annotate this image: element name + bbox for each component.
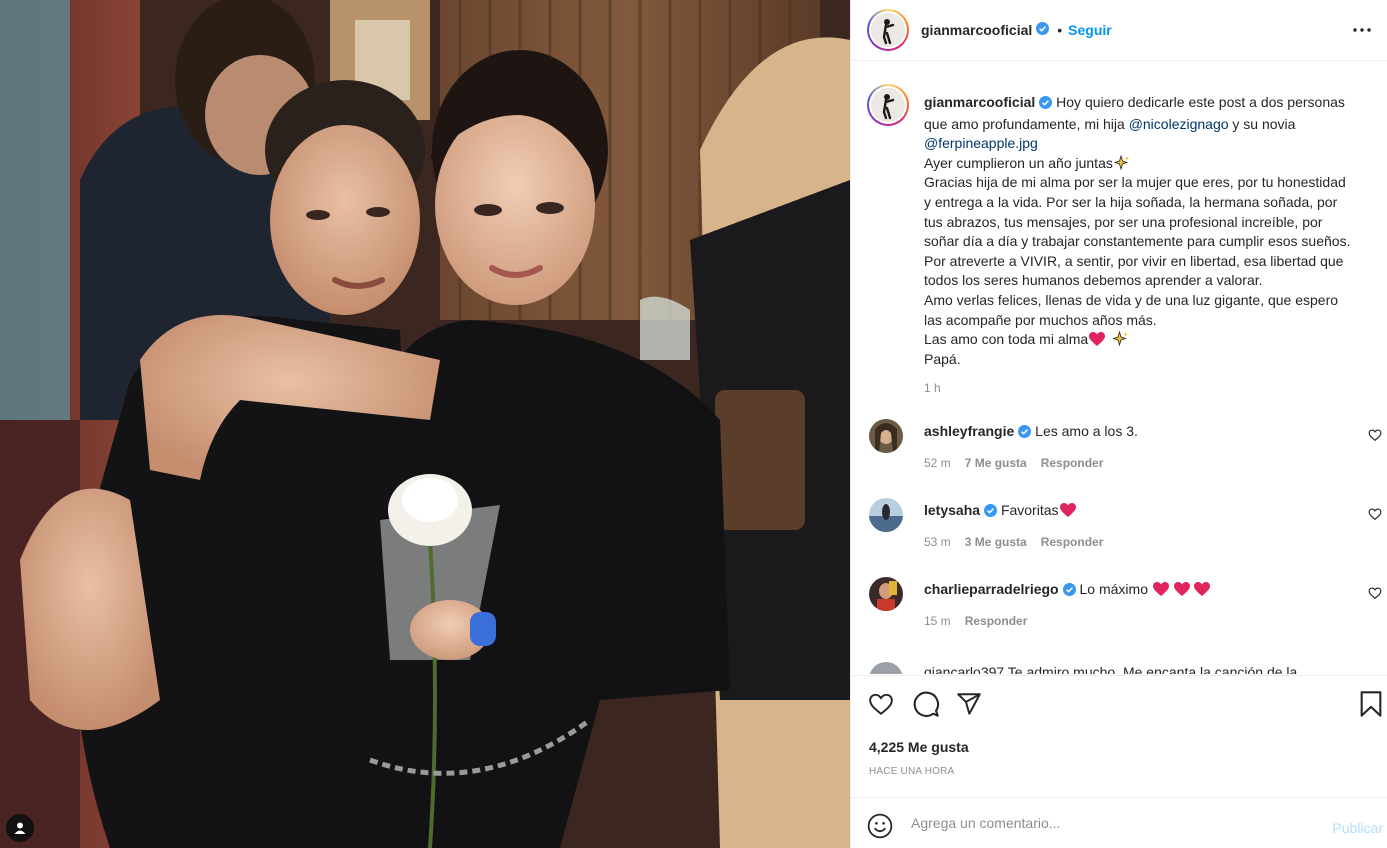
emoji-button[interactable]	[867, 813, 895, 841]
author-avatar[interactable]	[867, 9, 909, 51]
caption-timestamp[interactable]: 1 h	[924, 381, 941, 395]
caption-line: Las amo con toda mi alma	[924, 331, 1089, 348]
author-username[interactable]: gianmarcooficial	[921, 22, 1032, 38]
verified-badge-icon	[1036, 22, 1050, 38]
comment-input[interactable]	[911, 812, 1311, 834]
caption-line: soñar día a día y trabajar constantement…	[924, 233, 1351, 250]
like-button[interactable]	[867, 690, 895, 718]
photo-illustration	[0, 0, 850, 848]
mention-link[interactable]: @ferpineapple.jpg	[924, 135, 1038, 151]
comment-item-partial: giancarlo397 Te admiro mucho. Me encanta…	[867, 662, 1382, 674]
commenter-username[interactable]: ashleyfrangie	[924, 423, 1014, 439]
user-tag-icon	[14, 822, 26, 834]
comment-item: letysaha Favoritas 53 m 3 Me gusta Respond…	[867, 498, 1382, 558]
heart-icon	[869, 693, 893, 715]
save-button[interactable]	[1357, 690, 1385, 718]
comment-likes[interactable]: 7 Me gusta	[965, 456, 1027, 470]
caption-line: Hoy quiero dedicarle este post a dos per…	[1056, 94, 1345, 110]
caption-line: Papá.	[924, 350, 961, 367]
caption-line: y su novia	[1228, 115, 1296, 132]
share-button[interactable]	[955, 690, 983, 718]
comments-list[interactable]: gianmarcooficial Hoy quiero dedicarle es…	[851, 62, 1387, 674]
heart-icon	[1368, 508, 1382, 520]
more-options-icon	[1353, 28, 1371, 32]
caption-line: tus abrazos, tus mensajes, por ser una p…	[924, 213, 1323, 230]
caption-line: todos los seres humanos debemos aprender…	[924, 272, 1263, 289]
more-options-button[interactable]	[1352, 20, 1372, 40]
commenter-username[interactable]: charlieparradelriego	[924, 581, 1059, 597]
bookmark-icon	[1360, 691, 1382, 717]
caption-line: y entrega a la vida. Por ser la hija soñ…	[924, 193, 1338, 210]
reply-button[interactable]: Responder	[965, 614, 1028, 628]
caption-line: que amo profundamente, mi hija	[924, 115, 1129, 132]
verified-badge-icon	[984, 504, 998, 520]
comment-item: charlieparradelriego Lo máximo 15 m Respo…	[867, 577, 1382, 637]
sparkles-icon	[1113, 154, 1130, 171]
comment-icon	[913, 691, 939, 717]
heart-icon	[1368, 587, 1382, 599]
comment-like-button[interactable]	[1368, 586, 1382, 600]
separator-dot: •	[1057, 22, 1063, 38]
heart-icon	[1368, 429, 1382, 441]
mention-link[interactable]: @nicolezignago	[1129, 116, 1229, 132]
reply-button[interactable]: Responder	[1041, 535, 1104, 549]
caption-avatar-image	[871, 88, 905, 122]
comment-time[interactable]: 15 m	[924, 614, 951, 628]
comment-time[interactable]: 53 m	[924, 535, 951, 549]
comment-like-button[interactable]	[1368, 507, 1382, 521]
comment-text: giancarlo397 Te admiro mucho. Me encanta…	[924, 664, 1298, 674]
verified-badge-icon	[1039, 95, 1053, 115]
commenter-username[interactable]: letysaha	[924, 502, 980, 518]
post-actions: 4,225 Me gusta HACE UNA HORA	[851, 675, 1387, 797]
post-side-panel: gianmarcooficial • Seguir gianmarcoofici…	[850, 0, 1387, 848]
comment-likes[interactable]: 3 Me gusta	[965, 535, 1027, 549]
user-tag-button[interactable]	[6, 814, 34, 842]
caption-username[interactable]: gianmarcooficial	[924, 94, 1035, 110]
likes-count[interactable]: 4,225 Me gusta	[869, 739, 969, 755]
red-heart-icon	[1088, 331, 1106, 347]
comment-text: Les amo a los 3.	[1035, 423, 1138, 439]
commenter-avatar[interactable]	[869, 419, 903, 453]
publish-button[interactable]: Publicar	[1332, 820, 1383, 836]
comment-button[interactable]	[912, 690, 940, 718]
verified-badge-icon	[1062, 583, 1076, 599]
red-heart-icon	[1152, 581, 1210, 597]
comment-text: Favoritas	[1000, 502, 1059, 518]
add-comment-bar: Publicar	[851, 797, 1387, 848]
post-photo[interactable]	[0, 0, 850, 848]
caption-text: gianmarcooficial Hoy quiero dedicarle es…	[924, 93, 1384, 369]
red-heart-icon	[1059, 502, 1077, 518]
commenter-avatar[interactable]	[869, 498, 903, 532]
comment-like-button[interactable]	[1368, 428, 1382, 442]
caption-line: Amo verlas felices, llenas de vida y de …	[924, 291, 1339, 308]
caption-author-avatar[interactable]	[867, 84, 909, 126]
comment-text: Lo máximo	[1079, 581, 1148, 597]
caption-line: Gracias hija de mi alma por ser la mujer…	[924, 174, 1346, 191]
comment-item: ashleyfrangie Les amo a los 3. 52 m 7 Me …	[867, 419, 1382, 479]
caption-line: Ayer cumplieron un año juntas	[924, 154, 1113, 171]
author-avatar-image	[871, 13, 905, 47]
comment-time[interactable]: 52 m	[924, 456, 951, 470]
post-timestamp[interactable]: HACE UNA HORA	[869, 766, 954, 777]
commenter-avatar[interactable]	[869, 577, 903, 611]
sparkles-icon	[1106, 330, 1130, 347]
caption-line: Por atreverte a VIVIR, a sentir, por viv…	[924, 252, 1344, 269]
post-header: gianmarcooficial • Seguir	[851, 0, 1387, 61]
follow-button[interactable]: Seguir	[1068, 22, 1112, 38]
caption-line: las acompañe por muchos años más.	[924, 311, 1157, 328]
share-icon	[957, 693, 981, 715]
emoji-icon	[867, 813, 893, 839]
verified-badge-icon	[1018, 425, 1032, 441]
commenter-avatar[interactable]	[869, 662, 903, 674]
reply-button[interactable]: Responder	[1041, 456, 1104, 470]
